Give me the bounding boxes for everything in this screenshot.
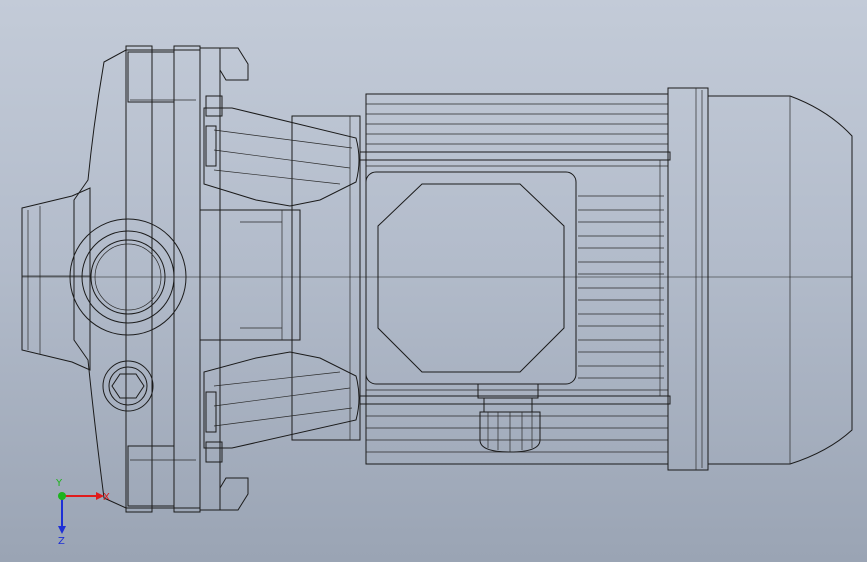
coordinate-triad[interactable]: X Y Z <box>55 478 110 547</box>
triad-y-dot-icon <box>58 492 66 500</box>
terminal-box-lid <box>377 183 565 373</box>
pump-bracket <box>199 107 360 449</box>
triad-z-label: Z <box>58 536 65 547</box>
triad-z-arrow-icon <box>58 526 66 534</box>
drain-plug[interactable] <box>102 360 154 412</box>
cable-gland[interactable] <box>477 383 541 453</box>
tie-rod-bottom <box>359 395 671 405</box>
triad-x-label: X <box>103 492 110 503</box>
fan-cover <box>667 87 853 471</box>
cad-viewport[interactable]: X Y Z <box>0 0 867 562</box>
tie-rod-top <box>359 151 671 161</box>
pump-model[interactable]: X Y Z <box>0 0 867 562</box>
terminal-box[interactable] <box>365 171 577 385</box>
triad-y-label: Y <box>55 478 63 489</box>
suction-inlet <box>21 187 91 371</box>
motor-body <box>359 93 671 465</box>
cooling-fins <box>366 103 668 453</box>
